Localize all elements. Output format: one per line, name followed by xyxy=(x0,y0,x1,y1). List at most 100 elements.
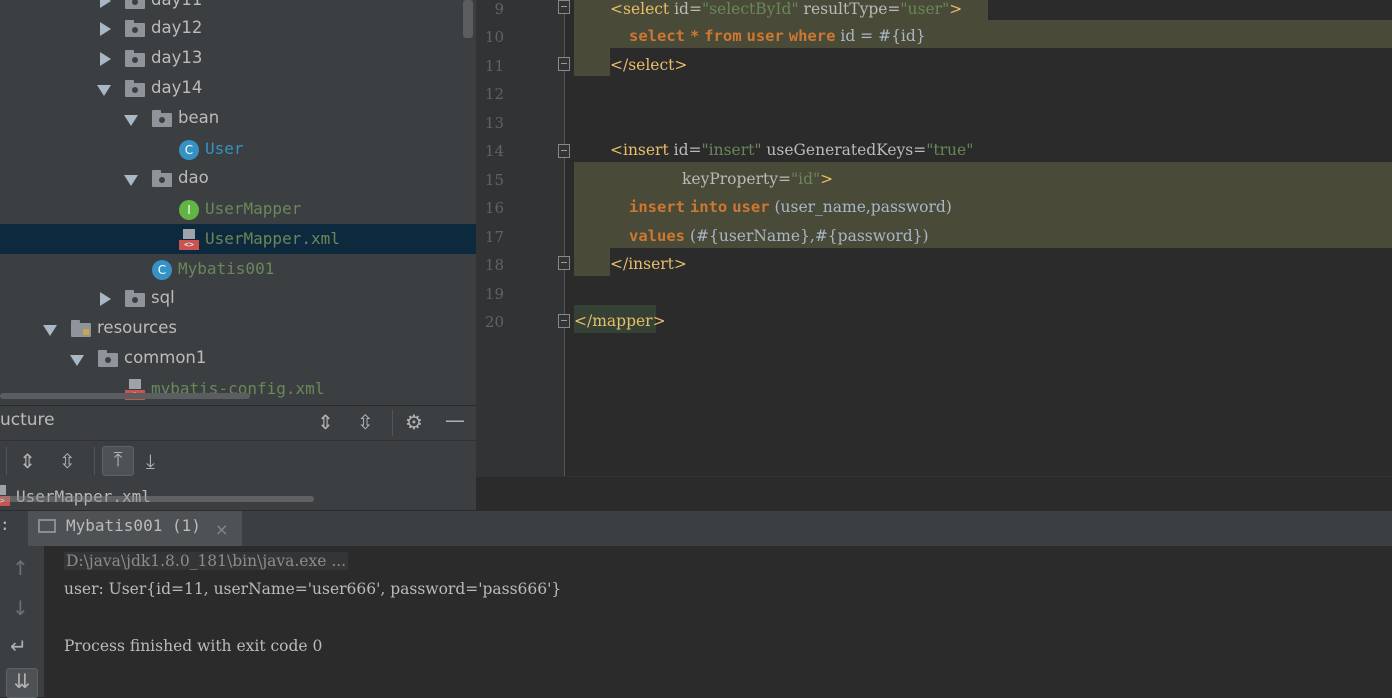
collapse-arrow-icon[interactable] xyxy=(70,355,84,366)
tree-item-usermapper-xml[interactable]: <> UserMapper.xml xyxy=(0,224,476,254)
tree-item-dao[interactable]: dao xyxy=(0,164,476,194)
tree-item-day13[interactable]: day13 xyxy=(0,44,476,74)
tree-item-label: dao xyxy=(178,168,209,187)
code-line-11: </select> xyxy=(610,56,688,74)
fold-marker-icon[interactable] xyxy=(558,57,570,71)
code-line-16: insert into user (user_name,password) xyxy=(629,198,952,216)
fold-marker-icon[interactable] xyxy=(558,256,570,270)
collapse-arrow-icon[interactable] xyxy=(124,115,138,126)
structure-toolbar: ⇕ ⇳ ⤒ ⤓ xyxy=(0,440,476,483)
horizontal-scrollbar[interactable] xyxy=(0,393,250,399)
structure-tree: <> UserMapper.xml xyxy=(0,482,476,510)
package-folder-icon xyxy=(152,110,172,127)
line-number: 14 xyxy=(484,142,504,160)
collapse-all-icon[interactable]: ⇳ xyxy=(59,449,76,473)
line-number: 16 xyxy=(484,199,504,217)
console-exit-line: Process finished with exit code 0 xyxy=(64,637,323,655)
expand-arrow-icon[interactable] xyxy=(100,22,111,36)
line-number: 15 xyxy=(484,171,504,189)
line-number: 19 xyxy=(484,285,504,303)
scroll-to-source-icon[interactable]: ⤒ xyxy=(102,446,134,476)
tree-item-usermapper[interactable]: I UserMapper xyxy=(0,194,476,224)
tree-item-bean[interactable]: bean xyxy=(0,104,476,134)
collapse-all-icon[interactable]: ⇳ xyxy=(357,410,374,434)
folder-icon xyxy=(125,20,145,37)
line-number: 12 xyxy=(484,85,504,103)
expand-arrow-icon[interactable] xyxy=(100,0,111,8)
tree-item-label: Mybatis001 xyxy=(178,259,275,278)
line-number: 17 xyxy=(484,228,504,246)
code-line-10: select * from user where id = #{id} xyxy=(629,27,926,45)
down-arrow-icon[interactable]: ↓ xyxy=(12,596,29,620)
expand-all-icon[interactable]: ⇕ xyxy=(317,410,334,434)
code-line-18: </insert> xyxy=(610,255,687,273)
package-folder-icon xyxy=(152,170,172,187)
tree-item-label: day12 xyxy=(151,18,203,37)
fold-marker-icon[interactable] xyxy=(558,314,570,328)
collapse-arrow-icon[interactable] xyxy=(124,175,138,186)
run-config-icon xyxy=(38,519,56,533)
tree-item-mybatis-config-xml[interactable]: <> mybatis-config.xml xyxy=(0,374,476,404)
matched-tag-highlight xyxy=(574,48,610,76)
tree-item-label: UserMapper xyxy=(205,199,302,218)
up-arrow-icon[interactable]: ↑ xyxy=(12,556,29,580)
console-output[interactable]: D:\java\jdk1.8.0_181\bin\java.exe ... us… xyxy=(44,546,1392,697)
structure-panel-title: ucture xyxy=(0,410,55,430)
tree-item-day14[interactable]: day14 xyxy=(0,74,476,104)
tree-item-mybatis001[interactable]: C Mybatis001 xyxy=(0,254,476,284)
code-editor[interactable]: 9 10 11 12 13 14 15 16 17 18 19 20 <sele… xyxy=(476,0,1392,476)
tree-item-day12[interactable]: day12 xyxy=(0,14,476,44)
folder-icon xyxy=(125,50,145,67)
close-icon[interactable]: × xyxy=(215,520,228,539)
editor-breadcrumb-bar xyxy=(476,476,1392,511)
collapse-arrow-icon[interactable] xyxy=(43,325,57,336)
tree-item-label: day11 xyxy=(151,0,202,9)
vertical-scrollbar[interactable] xyxy=(463,0,473,38)
project-tree: day11 day12 day13 day14 bean C User dao … xyxy=(0,0,476,405)
resources-folder-icon xyxy=(71,320,91,337)
run-panel-header: : Mybatis001 (1) × xyxy=(0,510,1392,547)
xml-file-icon: <> xyxy=(179,229,199,251)
interface-icon: I xyxy=(179,200,199,220)
tree-item-label: bean xyxy=(178,108,220,127)
code-line-14: <insert id="insert" useGeneratedKeys="tr… xyxy=(610,141,974,159)
tree-item-label: sql xyxy=(151,288,175,307)
run-tab-mybatis001[interactable]: Mybatis001 (1) × xyxy=(28,511,242,547)
scroll-from-source-icon[interactable]: ⤓ xyxy=(146,449,155,473)
run-side-toolbar: ↑ ↓ ↵ ⇊ xyxy=(0,546,44,698)
line-number: 11 xyxy=(484,57,504,75)
horizontal-scrollbar[interactable] xyxy=(0,496,314,502)
run-panel-title: : xyxy=(0,515,10,534)
expand-all-icon[interactable]: ⇕ xyxy=(19,449,36,473)
runnable-class-icon: C xyxy=(152,260,172,280)
tree-item-label: UserMapper.xml xyxy=(205,229,340,248)
line-number: 9 xyxy=(494,0,504,18)
line-number: 10 xyxy=(484,28,504,46)
line-number: 13 xyxy=(484,114,504,132)
expand-arrow-icon[interactable] xyxy=(100,52,111,66)
console-output-line: user: User{id=11, userName='user666', pa… xyxy=(64,580,562,598)
gear-icon[interactable]: ⚙ xyxy=(405,410,423,434)
tree-item-label: day13 xyxy=(151,48,203,67)
folder-icon xyxy=(98,350,118,367)
injected-sql-highlight xyxy=(574,248,610,276)
soft-wrap-icon[interactable]: ↵ xyxy=(10,634,27,658)
console-command-line: D:\java\jdk1.8.0_181\bin\java.exe ... xyxy=(64,552,349,570)
run-tab-label: Mybatis001 (1) xyxy=(66,516,201,535)
folder-icon xyxy=(125,0,145,9)
tree-item-sql[interactable]: sql xyxy=(0,284,476,314)
tree-item-resources[interactable]: resources xyxy=(0,314,476,344)
scroll-to-end-icon[interactable]: ⇊ xyxy=(6,668,38,698)
code-line-20: </mapper> xyxy=(574,312,666,330)
expand-arrow-icon[interactable] xyxy=(100,292,111,306)
tree-item-common1[interactable]: common1 xyxy=(0,344,476,374)
class-icon: C xyxy=(179,140,199,160)
fold-marker-icon[interactable] xyxy=(558,144,570,158)
tree-item-label: common1 xyxy=(124,348,207,367)
folder-icon xyxy=(125,80,145,97)
minimize-icon[interactable]: — xyxy=(445,408,465,432)
fold-marker-icon[interactable] xyxy=(558,0,570,14)
tree-item-user[interactable]: C User xyxy=(0,134,476,164)
collapse-arrow-icon[interactable] xyxy=(97,85,111,96)
tree-item-label: resources xyxy=(97,318,177,337)
